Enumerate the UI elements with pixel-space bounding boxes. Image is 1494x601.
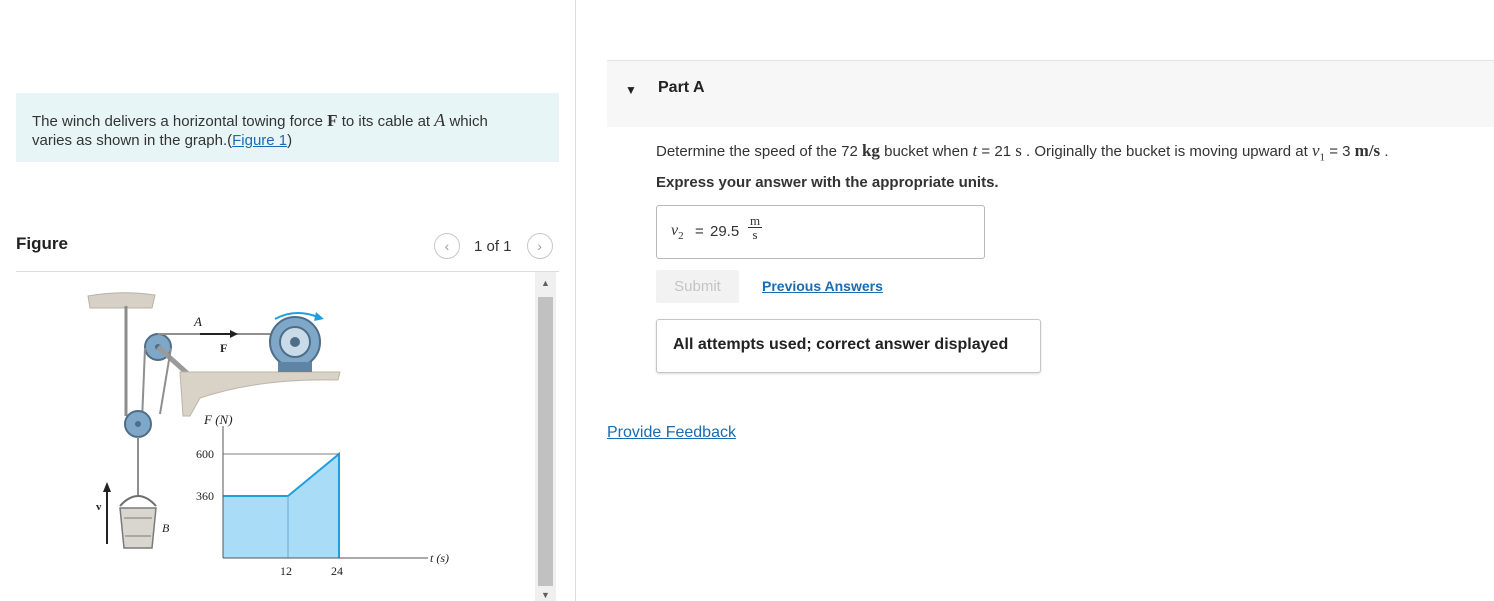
- figure-image: A F B v F (N) 600 360 12 24 t (s): [87, 292, 449, 578]
- y-tick-600: 600: [196, 447, 214, 461]
- part-header[interactable]: ▼ Part A: [607, 60, 1494, 127]
- answer-variable: v2: [671, 222, 684, 243]
- problem-statement: The winch delivers a horizontal towing f…: [16, 93, 559, 162]
- answer-unit: m s: [748, 213, 762, 242]
- graph-area-2: [288, 454, 339, 558]
- variable-t: t: [972, 141, 978, 160]
- x-tick-24: 24: [331, 564, 343, 578]
- bucket-handle: [119, 495, 157, 507]
- problem-text: ): [287, 132, 293, 149]
- ceiling-shape: [87, 292, 156, 309]
- scroll-down-icon[interactable]: ▼: [535, 590, 556, 601]
- x-tick-12: 12: [280, 564, 292, 578]
- provide-feedback-link[interactable]: Provide Feedback: [607, 424, 736, 442]
- problem-text: varies as shown in the graph.(: [32, 132, 233, 149]
- graph-y-label: F (N): [203, 412, 233, 427]
- variable-v1: v1: [1312, 141, 1326, 164]
- chevron-left-icon[interactable]: ‹: [434, 233, 460, 259]
- answer-field[interactable]: v2 = 29.5 m s: [656, 205, 985, 259]
- symbol-A: A: [434, 110, 446, 130]
- force-time-graph: F (N) 600 360 12 24 t (s): [196, 412, 449, 578]
- figure-label-A: A: [193, 314, 202, 329]
- figure-label-v: v: [96, 501, 102, 513]
- figure-scrollbar[interactable]: ▲ ▼: [535, 272, 556, 601]
- attempts-message: All attempts used; correct answer displa…: [656, 319, 1041, 373]
- caret-down-icon[interactable]: ▼: [625, 83, 637, 97]
- figure-pager: ‹ 1 of 1 ›: [434, 233, 553, 259]
- y-tick-360: 360: [196, 489, 214, 503]
- problem-text: The winch delivers a horizontal towing f…: [32, 113, 323, 130]
- previous-answers-link[interactable]: Previous Answers: [762, 278, 883, 294]
- figure-title: Figure: [16, 234, 68, 253]
- graph-x-label: t (s): [430, 551, 449, 565]
- figure-label-B: B: [162, 521, 170, 535]
- submit-button[interactable]: Submit: [656, 270, 739, 303]
- unit-ms: m/s: [1354, 141, 1381, 160]
- figure-link[interactable]: Figure 1: [232, 132, 287, 149]
- graph-area-1: [223, 496, 288, 558]
- figure-label-F: F: [220, 341, 227, 355]
- answer-value: 29.5: [710, 223, 740, 240]
- pane-divider: [575, 0, 576, 601]
- left-pane: The winch delivers a horizontal towing f…: [0, 0, 575, 601]
- problem-text: which: [449, 113, 488, 130]
- ground-ledge: [179, 371, 341, 417]
- question-text: Determine the speed of the 72 kg bucket …: [656, 141, 1389, 164]
- part-title: Part A: [658, 79, 705, 96]
- figure-divider: [16, 271, 559, 272]
- answer-equals: =: [695, 223, 704, 240]
- chevron-right-icon[interactable]: ›: [526, 233, 553, 259]
- bucket: [119, 507, 157, 549]
- symbol-F: F: [327, 111, 338, 130]
- problem-text: to its cable at: [341, 113, 431, 130]
- answer-instruction: Express your answer with the appropriate…: [656, 174, 999, 191]
- pager-text: 1 of 1: [474, 237, 512, 255]
- scrollbar-thumb[interactable]: [538, 297, 553, 586]
- unit-s: s: [1015, 141, 1022, 160]
- scroll-up-icon[interactable]: ▲: [535, 278, 556, 290]
- unit-kg: kg: [861, 141, 880, 160]
